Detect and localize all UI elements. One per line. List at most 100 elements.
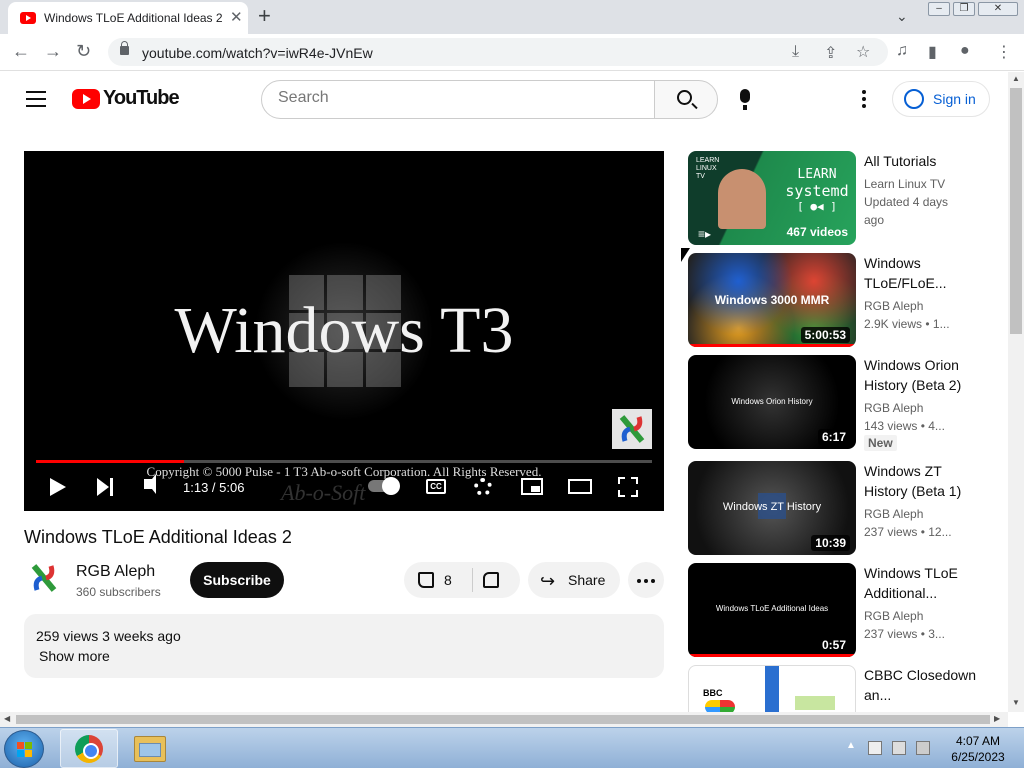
thumb-text-symbol: [ ●◀ ] (797, 200, 837, 213)
video-thumbnail[interactable]: Windows Orion History 6:17 (688, 355, 856, 449)
duration-badge: 6:17 (817, 429, 850, 445)
playlist-thumbnail[interactable]: LEARN LINUX TV LEARN systemd [ ●◀ ] ≡▸ 4… (688, 151, 856, 245)
microphone-icon[interactable] (740, 89, 750, 110)
miniplayer-icon[interactable] (521, 478, 543, 495)
progress-fill (36, 460, 184, 463)
recommendation-channel[interactable]: RGB Aleph (864, 505, 923, 523)
recommendation-title[interactable]: CBBC Closedown an... (864, 665, 988, 705)
video-title: Windows TLoE Additional Ideas 2 (24, 527, 292, 547)
action-center-icon[interactable] (868, 741, 882, 755)
network-icon[interactable] (892, 741, 906, 755)
side-panel-icon[interactable]: ▮ (928, 42, 937, 62)
media-control-icon[interactable]: ♫ (896, 42, 908, 60)
thumbs-up-icon[interactable] (418, 572, 434, 588)
recommendation-title[interactable]: All Tutorials (864, 151, 988, 171)
channel-watermark-logo[interactable] (612, 409, 652, 449)
new-tab-button[interactable]: + (258, 3, 271, 29)
scroll-up-arrow-icon[interactable]: ▲ (1012, 74, 1020, 83)
volume-icon[interactable] (144, 474, 156, 494)
progress-bar[interactable] (36, 460, 652, 463)
recommendation-item[interactable]: Windows 3000 MMR 5:00:53 Windows TLoE/FL… (688, 253, 988, 347)
thumbs-down-icon[interactable] (483, 572, 499, 588)
thumb-caption: Windows ZT History (722, 501, 822, 513)
search-input[interactable] (278, 89, 638, 107)
taskbar-chrome-button[interactable] (60, 729, 118, 768)
subscribe-button[interactable]: Subscribe (190, 562, 284, 598)
vertical-scrollbar[interactable]: ▲ ▼ (1008, 72, 1024, 712)
description-box[interactable]: 259 views 3 weeks ago Show more (24, 614, 664, 678)
title-card-text: Windows T3 (174, 294, 514, 367)
recommendation-item[interactable]: LEARN LINUX TV LEARN systemd [ ●◀ ] ≡▸ 4… (688, 151, 988, 245)
vertical-scroll-thumb[interactable] (1010, 88, 1022, 334)
recommendation-channel[interactable]: RGB Aleph (864, 607, 923, 625)
recommendation-item[interactable]: Windows ZT History 10:39 Windows ZT Hist… (688, 461, 988, 555)
show-more-link[interactable]: Show more (39, 648, 110, 664)
captions-icon[interactable]: CC (426, 479, 446, 494)
scroll-down-arrow-icon[interactable]: ▼ (1012, 698, 1020, 707)
bookmark-star-icon[interactable]: ☆ (856, 42, 870, 62)
volume-muted-icon[interactable] (916, 741, 930, 755)
horizontal-scrollbar[interactable]: ◀ ▶ (0, 712, 1008, 727)
windows-taskbar: ▲ 4:07 AM 6/25/2023 (0, 727, 1024, 768)
autoplay-toggle[interactable] (368, 477, 400, 495)
recommendation-item[interactable]: Windows TLoE Additional Ideas 0:57 Windo… (688, 563, 988, 657)
show-hidden-icons-icon[interactable]: ▲ (846, 740, 856, 751)
taskbar-clock-date[interactable]: 6/25/2023 (938, 750, 1018, 764)
video-thumbnail[interactable]: Windows 3000 MMR 5:00:53 (688, 253, 856, 347)
window-close-button[interactable]: ✕ (978, 2, 1018, 16)
sign-in-button[interactable]: Sign in (892, 81, 990, 117)
settings-kebab-icon[interactable] (862, 90, 866, 111)
profile-icon[interactable]: ● (960, 42, 970, 60)
thumb-caption: Windows Orion History (731, 397, 813, 406)
share-label: Share (568, 572, 606, 588)
back-arrow-icon[interactable]: ← (12, 41, 30, 62)
window-restore-button[interactable]: ❐ (953, 2, 975, 16)
reload-icon[interactable]: ↻ (76, 41, 91, 62)
recommendation-item[interactable]: Windows Orion History 6:17 Windows Orion… (688, 355, 988, 451)
video-thumbnail[interactable]: Windows TLoE Additional Ideas 0:57 (688, 563, 856, 657)
video-thumbnail[interactable]: BBC (688, 665, 856, 712)
like-count[interactable]: 8 (444, 572, 452, 588)
install-app-icon[interactable]: ⤓ (792, 43, 799, 61)
taskbar-clock-time[interactable]: 4:07 AM (938, 734, 1018, 748)
scroll-right-arrow-icon[interactable]: ▶ (994, 714, 1000, 723)
theater-mode-icon[interactable] (568, 479, 592, 494)
browser-tab-active[interactable]: Windows TLoE Additional Ideas 2 - YouTub… (8, 2, 248, 34)
youtube-logo-icon[interactable] (72, 89, 100, 109)
more-actions-button[interactable] (628, 562, 664, 598)
recommendation-item[interactable]: BBC CBBC Closedown an... (688, 665, 988, 712)
recommendation-channel[interactable]: RGB Aleph (864, 297, 923, 315)
video-thumbnail[interactable]: Windows ZT History 10:39 (688, 461, 856, 555)
next-video-icon[interactable] (97, 478, 113, 496)
tab-search-chevron-icon[interactable]: ⌄ (896, 8, 908, 25)
address-bar[interactable]: youtube.com/watch?v=iwR4e-JVnEw ⤓ ⇪ ☆ (108, 38, 888, 66)
window-minimize-button[interactable]: – (928, 2, 950, 16)
start-button[interactable] (4, 730, 44, 768)
recommendation-title[interactable]: Windows Orion History (Beta 2) (864, 355, 988, 395)
search-button[interactable] (654, 80, 718, 119)
channel-name[interactable]: RGB Aleph (76, 563, 155, 581)
recommendation-meta: 237 views • 12... (864, 525, 952, 539)
browser-tab-title: Windows TLoE Additional Ideas 2 - YouTub… (44, 11, 224, 25)
horizontal-scroll-thumb[interactable] (16, 715, 990, 724)
scroll-left-arrow-icon[interactable]: ◀ (4, 714, 10, 723)
channel-avatar[interactable] (24, 558, 64, 598)
search-box[interactable] (261, 80, 655, 119)
play-icon[interactable] (50, 478, 66, 496)
browser-menu-icon[interactable]: ⋮ (996, 42, 1012, 62)
taskbar-explorer-button[interactable] (134, 736, 166, 762)
fullscreen-icon[interactable] (618, 477, 638, 497)
youtube-logo-text[interactable]: YouTube (103, 87, 180, 110)
recommendation-title[interactable]: Windows TLoE Additional... (864, 563, 988, 603)
recommendation-channel[interactable]: RGB Aleph (864, 399, 923, 417)
share-page-icon[interactable]: ⇪ (824, 43, 837, 63)
recommendation-title[interactable]: Windows TLoE/FLoE... (864, 253, 988, 293)
tab-close-icon[interactable]: ✕ (230, 8, 243, 26)
hamburger-menu-icon[interactable] (26, 91, 46, 107)
recommendation-channel[interactable]: Learn Linux TV (864, 175, 945, 193)
forward-arrow-icon[interactable]: → (44, 41, 62, 62)
video-player[interactable]: Windows T3 Copyright © 5000 Pulse - 1 T3… (24, 151, 664, 511)
recommendation-title[interactable]: Windows ZT History (Beta 1) (864, 461, 988, 501)
settings-gear-icon[interactable] (474, 478, 492, 496)
share-button[interactable]: ↪ Share (528, 562, 620, 598)
